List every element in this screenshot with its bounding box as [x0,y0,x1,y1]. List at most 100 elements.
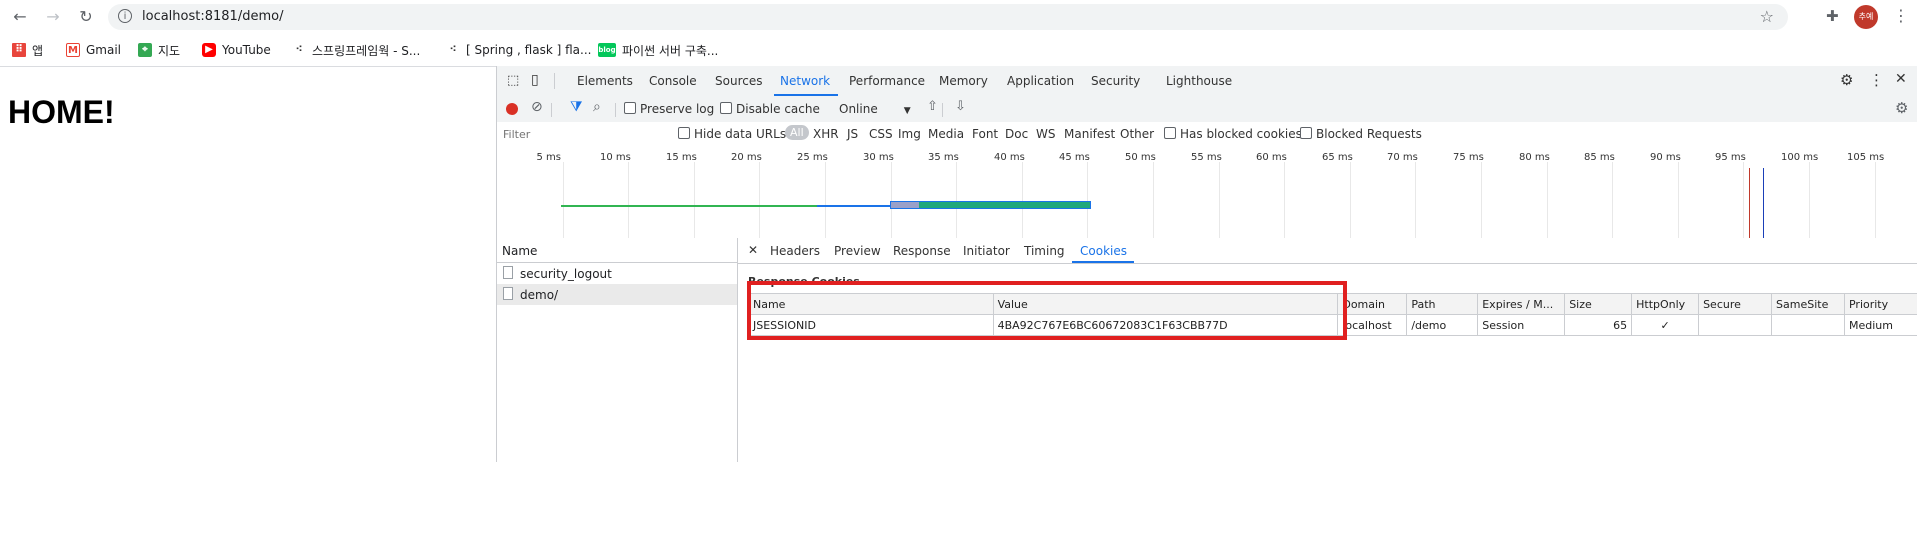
timeline-gridline [1612,162,1613,238]
inspect-element-icon[interactable]: ⬚ [507,73,519,88]
timeline-tick-label: 85 ms [1584,152,1615,163]
filter-type-js[interactable]: JS [847,127,858,141]
column-header-size[interactable]: Size [1564,293,1633,315]
profile-avatar[interactable]: 추예 [1854,5,1878,29]
tab-performance[interactable]: Performance [849,74,925,88]
column-header-httponly[interactable]: HttpOnly [1631,293,1700,315]
tab-initiator[interactable]: Initiator [963,244,1010,258]
extensions-puzzle-icon[interactable]: ✚ [1826,7,1839,25]
reload-icon[interactable]: ↻ [76,7,96,27]
bookmark-youtube[interactable]: ▶ YouTube [202,41,271,59]
filter-input[interactable] [501,125,665,143]
cookie-expires: Session [1477,314,1566,336]
timeline-tick-label: 35 ms [928,152,959,163]
filter-type-media[interactable]: Media [928,127,964,141]
request-row[interactable]: security_logout [497,263,737,284]
filter-type-all[interactable]: All [785,125,809,140]
preserve-log-checkbox[interactable]: Preserve log [624,102,714,116]
tab-preview[interactable]: Preview [834,244,881,258]
bookmark-gmail[interactable]: M Gmail [66,41,121,59]
export-har-icon[interactable]: ⇩ [955,99,966,114]
bookmark-tistory-spring[interactable]: ⁖ 스프링프레임웍 - S... [292,41,420,59]
cookie-samesite [1771,314,1845,336]
bookmark-naver-blog[interactable]: blog 파이썬 서버 구축... [598,41,718,59]
tab-security[interactable]: Security [1091,74,1140,88]
blocked-requests-checkbox[interactable]: Blocked Requests [1300,127,1422,141]
timeline-gridline [1481,162,1482,238]
divider [554,73,555,89]
url-text[interactable]: localhost:8181/demo/ [142,9,283,24]
tab-elements[interactable]: Elements [577,74,633,88]
close-devtools-icon[interactable]: ✕ [1895,71,1907,87]
filter-type-xhr[interactable]: XHR [813,127,839,141]
tab-lighthouse[interactable]: Lighthouse [1166,74,1232,88]
search-icon[interactable]: ⌕ [593,99,601,115]
tab-response[interactable]: Response [893,244,951,258]
filter-type-other[interactable]: Other [1120,127,1154,141]
network-overview-timeline[interactable]: 5 ms 10 ms 15 ms 20 ms 25 ms 30 ms 35 ms 40 ms 4… [497,146,1917,239]
site-info-icon[interactable]: i [118,9,132,23]
forward-arrow-icon[interactable]: → [43,7,63,27]
filter-type-css[interactable]: CSS [869,127,893,141]
devtools-menu-icon[interactable]: ⋮ [1869,71,1884,89]
bookmark-label: 파이썬 서버 구축... [622,43,719,58]
clear-icon[interactable]: ⊘ [531,99,543,115]
bookmark-maps[interactable]: ⌖ 지도 [138,41,180,59]
timeline-tick-label: 75 ms [1453,152,1484,163]
name-column-header[interactable]: Name [502,244,537,258]
tab-cookies[interactable]: Cookies [1080,244,1127,258]
filter-type-manifest[interactable]: Manifest [1064,127,1115,141]
bookmark-tistory-flask[interactable]: ⁖ [ Spring , flask ] fla... [446,41,591,59]
tab-console[interactable]: Console [649,74,697,88]
device-toolbar-icon[interactable]: ▯ [531,72,539,88]
column-header-expires[interactable]: Expires / M... [1477,293,1566,315]
column-header-secure[interactable]: Secure [1698,293,1773,315]
filter-icon[interactable]: ⧩ [570,99,583,115]
tab-memory[interactable]: Memory [939,74,988,88]
column-header-priority[interactable]: Priority [1843,293,1917,315]
bookmark-label: 스프링프레임웍 - S... [312,43,421,58]
timeline-tick-label: 50 ms [1125,152,1156,163]
bookmark-apps[interactable]: ⠿ 앱 [12,41,43,59]
timeline-gridline [825,162,826,238]
column-header-path[interactable]: Path [1406,293,1479,315]
tab-application[interactable]: Application [1007,74,1074,88]
timeline-tick-label: 70 ms [1387,152,1418,163]
details-tab-bar: ✕ Headers Preview Response Initiator Tim… [738,238,1917,264]
bookmark-star-icon[interactable]: ☆ [1760,7,1774,26]
back-arrow-icon[interactable]: ← [10,7,30,27]
hide-data-urls-checkbox[interactable]: Hide data URLs [678,127,786,141]
filter-type-ws[interactable]: WS [1036,127,1055,141]
has-blocked-cookies-checkbox[interactable]: Has blocked cookies [1164,127,1302,141]
request-list-header: Name [497,238,737,263]
timeline-tick-label: 65 ms [1322,152,1353,163]
disable-cache-checkbox[interactable]: Disable cache [720,102,820,116]
browser-menu-icon[interactable]: ⋮ [1893,6,1909,25]
cookie-path: /demo [1406,314,1479,336]
timeline-gridline [1678,162,1679,238]
close-details-icon[interactable]: ✕ [748,243,758,257]
address-bar[interactable]: i localhost:8181/demo/ ☆ [108,4,1788,30]
import-har-icon[interactable]: ⇧ [927,99,938,114]
filter-type-doc[interactable]: Doc [1005,127,1028,141]
tab-sources[interactable]: Sources [715,74,762,88]
column-header-domain[interactable]: Domain [1337,293,1408,315]
record-icon[interactable] [506,103,518,115]
blog-icon: blog [598,43,616,57]
request-row-selected[interactable]: demo/ [497,284,737,305]
bookmark-label: 앱 [32,43,44,58]
column-header-samesite[interactable]: SameSite [1771,293,1845,315]
tab-headers[interactable]: Headers [770,244,820,258]
filter-type-img[interactable]: Img [898,127,921,141]
throttling-select[interactable]: Online ▼ [839,102,911,116]
network-settings-gear-icon[interactable]: ⚙ [1895,99,1908,117]
filter-type-font[interactable]: Font [972,127,998,141]
tab-timing[interactable]: Timing [1024,244,1065,258]
timeline-bar-green [561,205,817,207]
tab-network[interactable]: Network [780,74,830,88]
timeline-gridline [1153,162,1154,238]
timeline-tick-label: 45 ms [1059,152,1090,163]
settings-gear-icon[interactable]: ⚙ [1840,71,1853,89]
timeline-tick-label: 60 ms [1256,152,1287,163]
tistory-icon: ⁖ [446,43,460,57]
